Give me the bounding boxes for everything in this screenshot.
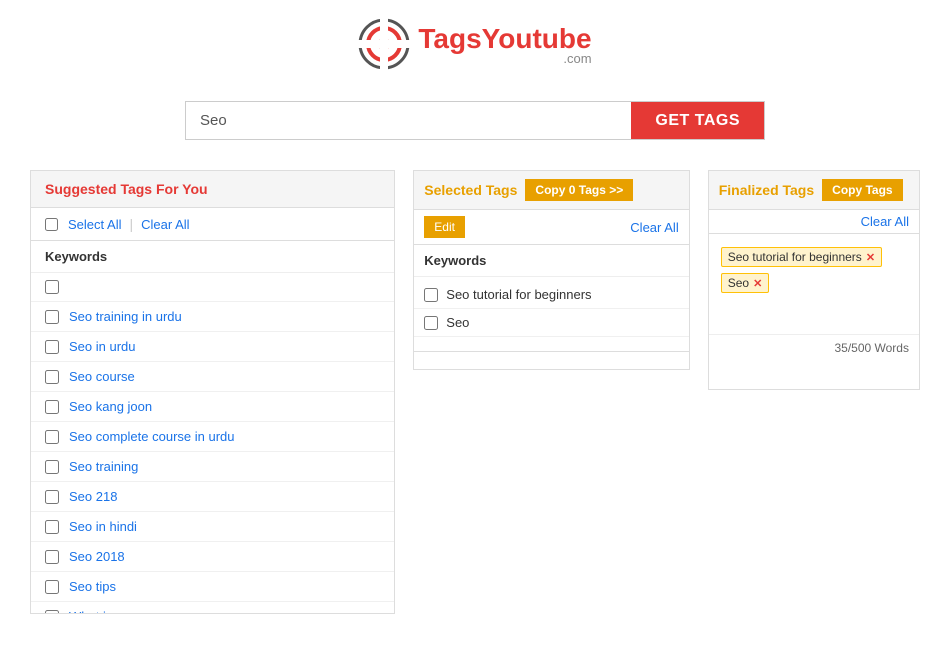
selected-panel: Selected Tags Copy 0 Tags >> Edit Clear … bbox=[413, 170, 689, 370]
keyword-label[interactable]: Seo training in urdu bbox=[69, 309, 182, 324]
clear-all-selected-button[interactable]: Clear All bbox=[630, 216, 678, 238]
list-item: Seo course bbox=[31, 362, 394, 392]
suggested-panel: Suggested Tags For You Select All | Clea… bbox=[30, 170, 395, 614]
select-all-button[interactable]: Select All bbox=[68, 217, 121, 232]
keyword-label[interactable]: Seo training bbox=[69, 459, 138, 474]
list-item: Seo training in urdu bbox=[31, 302, 394, 332]
keyword-checkbox[interactable] bbox=[45, 460, 59, 474]
list-item: Seo in hindi bbox=[31, 512, 394, 542]
finalized-title: Finalized Tags bbox=[719, 182, 814, 198]
keyword-label[interactable]: What is seo bbox=[69, 609, 137, 613]
keyword-label[interactable]: Seo 2018 bbox=[69, 549, 125, 564]
finalized-controls: Clear All bbox=[709, 210, 919, 234]
selected-header: Selected Tags Copy 0 Tags >> bbox=[414, 171, 688, 210]
copy-tags-button[interactable]: Copy 0 Tags >> bbox=[525, 179, 633, 201]
list-item bbox=[31, 273, 394, 302]
keyword-checkbox[interactable] bbox=[45, 340, 59, 354]
keyword-checkbox[interactable] bbox=[45, 400, 59, 414]
keyword-label[interactable]: Seo in urdu bbox=[69, 339, 136, 354]
list-item: What is seo bbox=[31, 602, 394, 613]
keyword-checkbox[interactable] bbox=[45, 550, 59, 564]
list-item: Seo 2018 bbox=[31, 542, 394, 572]
search-section: GET TAGS bbox=[0, 83, 950, 170]
keyword-label[interactable]: Seo complete course in urdu bbox=[69, 429, 234, 444]
selected-label[interactable]: Seo tutorial for beginners bbox=[446, 287, 591, 302]
keyword-label[interactable]: Seo kang joon bbox=[69, 399, 152, 414]
tag-chip: Seo ✕ bbox=[721, 273, 770, 293]
keyword-checkbox[interactable] bbox=[45, 580, 59, 594]
logo-icon bbox=[358, 18, 410, 70]
list-item: Seo complete course in urdu bbox=[31, 422, 394, 452]
keyword-checkbox[interactable] bbox=[45, 370, 59, 384]
selected-items-list: Seo tutorial for beginners Seo bbox=[414, 277, 688, 341]
keyword-label[interactable]: Seo course bbox=[69, 369, 135, 384]
copy-finalized-button[interactable]: Copy Tags bbox=[822, 179, 902, 201]
keyword-checkbox[interactable] bbox=[45, 490, 59, 504]
main-columns: Suggested Tags For You Select All | Clea… bbox=[0, 170, 950, 614]
keyword-label[interactable]: Seo tips bbox=[69, 579, 116, 594]
selected-divider bbox=[414, 351, 688, 352]
keyword-checkbox[interactable] bbox=[45, 520, 59, 534]
logo-text-wrap: TagsYoutube .com bbox=[418, 23, 591, 66]
keyword-label[interactable]: Seo in hindi bbox=[69, 519, 137, 534]
tag-chip-label: Seo tutorial for beginners bbox=[728, 250, 862, 264]
suggested-keywords-list: Seo training in urdu Seo in urdu Seo cou… bbox=[31, 273, 394, 613]
clear-all-finalized-button[interactable]: Clear All bbox=[861, 214, 909, 229]
selected-checkbox[interactable] bbox=[424, 288, 438, 302]
finalized-header: Finalized Tags Copy Tags bbox=[709, 171, 919, 210]
tag-chip: Seo tutorial for beginners ✕ bbox=[721, 247, 882, 267]
search-wrap: GET TAGS bbox=[185, 101, 765, 140]
remove-tag-icon[interactable]: ✕ bbox=[866, 251, 875, 264]
selected-keywords-header: Keywords bbox=[414, 245, 688, 277]
word-count: 35/500 Words bbox=[709, 334, 919, 361]
suggested-header: Suggested Tags For You bbox=[31, 171, 394, 208]
search-input[interactable] bbox=[186, 102, 631, 139]
list-item: Seo tips bbox=[31, 572, 394, 602]
keyword-checkbox[interactable] bbox=[45, 280, 59, 294]
logo-brand: TagsYoutube bbox=[418, 23, 591, 54]
selected-subheader: Edit Clear All bbox=[414, 210, 688, 245]
list-item: Seo tutorial for beginners bbox=[414, 281, 688, 309]
keyword-label[interactable]: Seo 218 bbox=[69, 489, 117, 504]
get-tags-button[interactable]: GET TAGS bbox=[631, 102, 764, 139]
tag-chip-label: Seo bbox=[728, 276, 749, 290]
list-item: Seo bbox=[414, 309, 688, 337]
finalized-panel: Finalized Tags Copy Tags Clear All Seo t… bbox=[708, 170, 920, 390]
keyword-checkbox[interactable] bbox=[45, 310, 59, 324]
list-item: Seo 218 bbox=[31, 482, 394, 512]
edit-button[interactable]: Edit bbox=[424, 216, 465, 238]
selected-checkbox[interactable] bbox=[424, 316, 438, 330]
selected-title: Selected Tags bbox=[424, 182, 517, 198]
list-item: Seo in urdu bbox=[31, 332, 394, 362]
keyword-checkbox[interactable] bbox=[45, 430, 59, 444]
finalized-body: Seo tutorial for beginners ✕ Seo ✕ bbox=[709, 234, 919, 334]
suggested-keywords-header: Keywords bbox=[31, 241, 394, 273]
clear-all-suggested-button[interactable]: Clear All bbox=[141, 217, 189, 232]
keyword-checkbox[interactable] bbox=[45, 610, 59, 614]
suggested-controls: Select All | Clear All bbox=[31, 208, 394, 241]
suggested-title: Suggested Tags For You bbox=[45, 181, 208, 197]
selected-label[interactable]: Seo bbox=[446, 315, 469, 330]
logo-text: TagsYoutube bbox=[418, 23, 591, 55]
list-item: Seo training bbox=[31, 452, 394, 482]
remove-tag-icon[interactable]: ✕ bbox=[753, 277, 762, 290]
list-item: Seo kang joon bbox=[31, 392, 394, 422]
select-all-checkbox[interactable] bbox=[45, 218, 58, 231]
logo-wrap: TagsYoutube .com bbox=[358, 18, 591, 70]
header: TagsYoutube .com bbox=[0, 0, 950, 83]
